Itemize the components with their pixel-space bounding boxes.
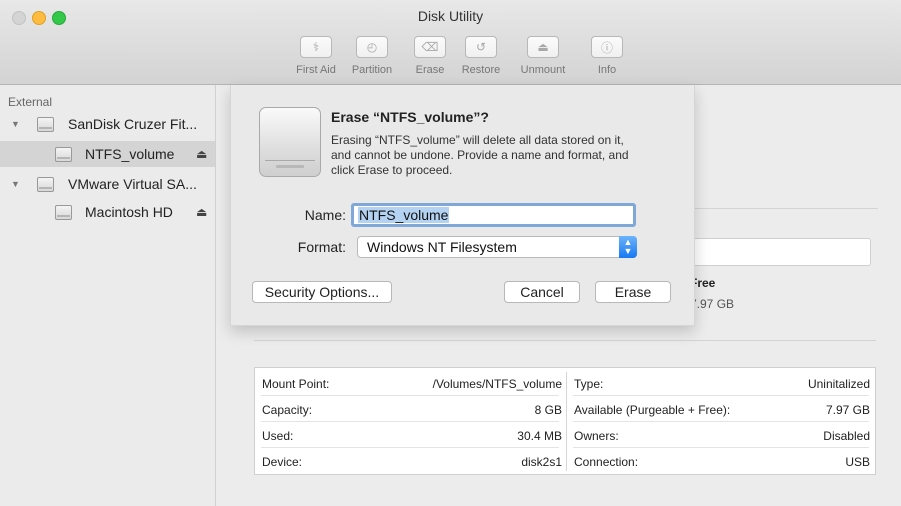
dialog-message: Erasing “NTFS_volume” will delete all da… xyxy=(331,133,629,177)
toolbar-label: Unmount xyxy=(520,64,566,76)
name-label: Name: xyxy=(304,207,346,223)
sidebar-item-label: VMware Virtual SA... xyxy=(68,176,197,192)
eraser-icon: ⌫ xyxy=(414,36,446,58)
sidebar-item-ntfs-volume[interactable]: NTFS_volume ⏏ xyxy=(0,141,215,167)
stethoscope-icon: ⚕ xyxy=(300,36,332,58)
eject-icon[interactable]: ⏏ xyxy=(196,147,207,161)
format-label: Format: xyxy=(297,239,346,255)
info-key: Device: xyxy=(262,455,303,469)
disclosure-triangle-icon[interactable]: ▼ xyxy=(11,119,20,129)
info-value: /Volumes/NTFS_volume xyxy=(432,377,562,391)
info-value: 8 GB xyxy=(534,403,562,417)
eject-icon[interactable]: ⏏ xyxy=(196,205,207,219)
dialog-title: Erase “NTFS_volume”? xyxy=(331,109,489,125)
toolbar-label: First Aid xyxy=(296,64,336,76)
sidebar-item-label: Macintosh HD xyxy=(85,204,173,220)
format-select[interactable]: Windows NT Filesystem ▲ ▼ xyxy=(357,236,637,258)
info-value: disk2s1 xyxy=(521,455,562,469)
window-title: Disk Utility xyxy=(417,8,484,24)
name-input[interactable]: NTFS_volume xyxy=(351,203,636,227)
sidebar-item-sandisk[interactable]: ▼ SanDisk Cruzer Fit... xyxy=(0,111,215,137)
erase-dialog: Erase “NTFS_volume”? Erasing “NTFS_volum… xyxy=(230,85,695,326)
name-input-value: NTFS_volume xyxy=(358,207,450,223)
toolbar-label: Erase xyxy=(415,64,445,76)
info-key: Capacity: xyxy=(262,403,313,417)
disk-icon xyxy=(37,116,54,132)
free-value: 7.97 GB xyxy=(690,297,735,311)
cancel-button[interactable]: Cancel xyxy=(504,281,580,303)
toolbar-restore[interactable]: ↺ Restore xyxy=(455,36,507,76)
table-row: Capacity: 8 GB Available (Purgeable + Fr… xyxy=(255,396,875,422)
info-key: Type: xyxy=(574,377,604,391)
toolbar-first-aid[interactable]: ⚕ First Aid xyxy=(290,36,342,76)
info-key: Available (Purgeable + Free): xyxy=(574,403,731,417)
info-key: Mount Point: xyxy=(262,377,330,391)
toolbar-unmount[interactable]: ⏏ Unmount xyxy=(514,36,572,76)
toolbar-partition[interactable]: ◴ Partition xyxy=(346,36,398,76)
divider xyxy=(690,208,878,209)
sidebar-section-header: External xyxy=(8,95,53,109)
info-icon: ⓘ xyxy=(591,36,623,58)
table-row: Mount Point: /Volumes/NTFS_volume Type: … xyxy=(255,370,875,396)
disclosure-triangle-icon[interactable]: ▼ xyxy=(11,179,20,189)
info-key: Connection: xyxy=(574,455,639,469)
sidebar-item-macintosh-hd[interactable]: Macintosh HD ⏏ xyxy=(0,199,215,225)
info-table: Mount Point: /Volumes/NTFS_volume Type: … xyxy=(254,367,876,475)
chevron-up-down-icon: ▲ ▼ xyxy=(619,236,637,258)
title-bar: Disk Utility ⚕ First Aid ◴ Partition ⌫ E… xyxy=(0,0,901,85)
divider xyxy=(254,340,876,341)
toolbar-erase[interactable]: ⌫ Erase xyxy=(404,36,456,76)
sidebar-item-vmware[interactable]: ▼ VMware Virtual SA... xyxy=(0,171,215,197)
info-key: Owners: xyxy=(574,429,619,443)
unmount-icon: ⏏ xyxy=(527,36,559,58)
info-value: USB xyxy=(845,455,870,469)
toolbar-label: Info xyxy=(597,64,617,76)
usage-bar xyxy=(693,238,871,266)
table-row: Device: disk2s1 Connection: USB xyxy=(255,448,875,474)
toolbar-info[interactable]: ⓘ Info xyxy=(582,36,632,76)
toolbar-label: Restore xyxy=(461,64,501,76)
sidebar: External ▼ SanDisk Cruzer Fit... NTFS_vo… xyxy=(0,85,216,506)
disk-icon xyxy=(55,146,72,162)
sidebar-item-label: SanDisk Cruzer Fit... xyxy=(68,116,198,132)
info-value: 7.97 GB xyxy=(825,403,870,417)
external-disk-icon xyxy=(259,107,321,177)
restore-icon: ↺ xyxy=(465,36,497,58)
info-key: Used: xyxy=(262,429,294,443)
disk-icon xyxy=(55,204,72,220)
disk-icon xyxy=(37,176,54,192)
info-value: Disabled xyxy=(823,429,870,443)
sidebar-item-label: NTFS_volume xyxy=(85,146,175,162)
disk-utility-window: Disk Utility ⚕ First Aid ◴ Partition ⌫ E… xyxy=(0,0,901,506)
format-select-value: Windows NT Filesystem xyxy=(367,239,517,255)
toolbar-label: Partition xyxy=(351,64,393,76)
info-value: Uninitalized xyxy=(807,377,870,391)
security-options-button[interactable]: Security Options... xyxy=(252,281,392,303)
table-row: Used: 30.4 MB Owners: Disabled xyxy=(255,422,875,448)
pie-icon: ◴ xyxy=(356,36,388,58)
info-value: 30.4 MB xyxy=(517,429,562,443)
erase-button[interactable]: Erase xyxy=(595,281,671,303)
